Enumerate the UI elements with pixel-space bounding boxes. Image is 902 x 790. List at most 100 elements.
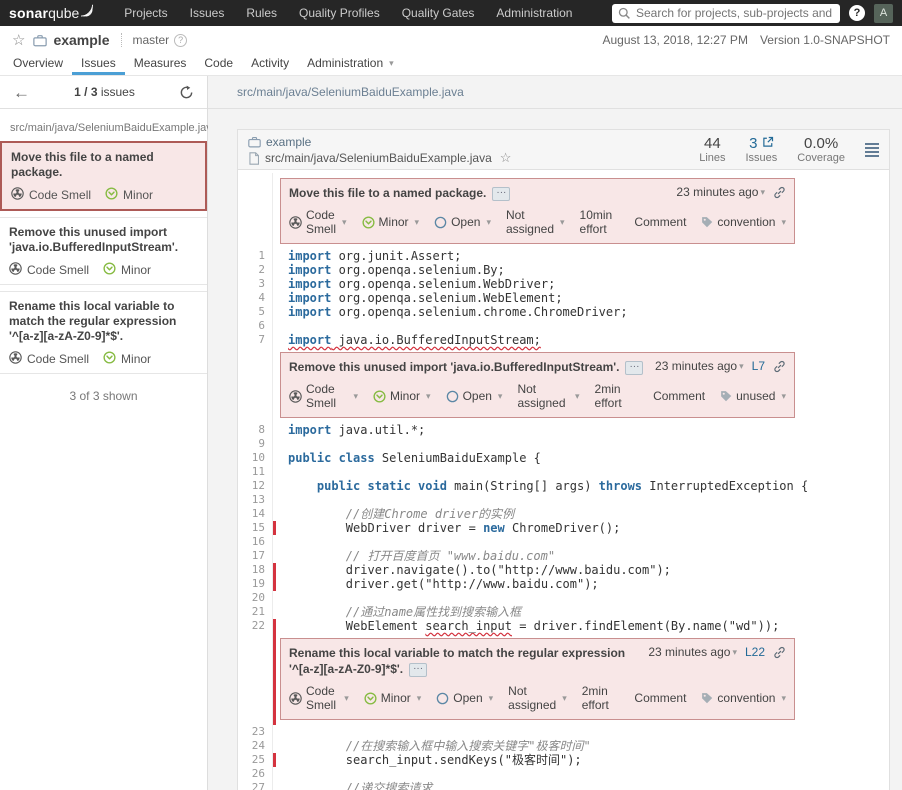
chevron-down-icon: ▾	[344, 691, 349, 705]
issue-more-button[interactable]: ···	[492, 187, 510, 201]
tab-measures[interactable]: Measures	[125, 52, 196, 75]
line-number[interactable]: 13	[238, 493, 272, 507]
nav-item-issues[interactable]: Issues	[179, 0, 236, 26]
coverage-strip	[272, 173, 276, 249]
line-number[interactable]: 2	[238, 263, 272, 277]
line-number[interactable]: 21	[238, 605, 272, 619]
line-number[interactable]: 15	[238, 521, 272, 535]
inline-issue-box[interactable]: 23 minutes ago▾L7Remove this unused impo…	[280, 352, 795, 418]
issue-counter-number: 1 / 3	[74, 85, 97, 99]
issue-tags-dropdown[interactable]: unused▾	[720, 389, 786, 403]
tab-code[interactable]: Code	[195, 52, 242, 75]
inline-issue-box[interactable]: 23 minutes ago▾L22Rename this local vari…	[280, 638, 795, 720]
help-icon[interactable]: ?	[849, 5, 865, 21]
code-text: import java.util.*;	[276, 423, 425, 437]
issue-card[interactable]: Remove this unused import 'java.io.Buffe…	[0, 217, 207, 285]
line-number[interactable]: 20	[238, 591, 272, 605]
issue-comment-button[interactable]: Comment	[634, 691, 686, 705]
status-open-icon	[446, 390, 459, 403]
issue-age-dropdown[interactable]: 23 minutes ago▾	[648, 645, 737, 659]
line-number[interactable]: 27	[238, 781, 272, 790]
chevron-down-icon: ▾	[498, 389, 503, 403]
issue-card[interactable]: Rename this local variable to match the …	[0, 291, 207, 374]
search-input[interactable]	[612, 4, 840, 23]
nav-item-quality-gates[interactable]: Quality Gates	[391, 0, 486, 26]
issue-status-dropdown[interactable]: Open▾	[434, 215, 491, 229]
project-name[interactable]: example	[53, 32, 109, 48]
user-avatar[interactable]: A	[874, 4, 893, 23]
nav-item-rules[interactable]: Rules	[235, 0, 288, 26]
back-arrow-icon[interactable]: ←	[13, 84, 30, 101]
issue-card-meta: Code SmellMinor	[11, 187, 196, 203]
tag-icon	[701, 692, 713, 704]
permalink-icon[interactable]	[773, 186, 786, 199]
permalink-icon[interactable]	[773, 646, 786, 659]
chevron-down-icon: ▾	[732, 645, 737, 659]
file-header-project-link[interactable]: example	[266, 135, 311, 149]
permalink-icon[interactable]	[773, 360, 786, 373]
issue-type-dropdown[interactable]: Code Smell▾	[289, 208, 347, 236]
issue-comment-button[interactable]: Comment	[653, 389, 705, 403]
issue-card[interactable]: Move this file to a named package.Code S…	[0, 141, 207, 211]
line-number[interactable]: 5	[238, 305, 272, 319]
issue-type-dropdown[interactable]: Code Smell▾	[289, 382, 358, 410]
file-favorite-star-icon[interactable]: ☆	[500, 150, 512, 166]
line-number[interactable]: 22	[238, 619, 272, 633]
issue-more-button[interactable]: ···	[409, 663, 427, 677]
line-number[interactable]: 26	[238, 767, 272, 781]
tab-issues[interactable]: Issues	[72, 52, 125, 75]
code-text: driver.get("http://www.baidu.com");	[276, 577, 599, 591]
line-number[interactable]: 24	[238, 739, 272, 753]
issue-assignee-dropdown[interactable]: Not assigned▾	[508, 684, 567, 712]
line-number[interactable]: 19	[238, 577, 272, 591]
tab-overview[interactable]: Overview	[4, 52, 72, 75]
line-number[interactable]: 23	[238, 725, 272, 739]
line-number[interactable]: 11	[238, 465, 272, 479]
issue-age-dropdown[interactable]: 23 minutes ago▾	[655, 359, 744, 373]
issue-line-link[interactable]: L22	[745, 645, 765, 659]
branch-help-icon[interactable]: ?	[174, 34, 187, 47]
line-number[interactable]: 17	[238, 549, 272, 563]
project-version: Version 1.0-SNAPSHOT	[760, 33, 890, 47]
code-line: 16	[238, 535, 889, 549]
inline-issue-box[interactable]: 23 minutes ago▾Move this file to a named…	[280, 178, 795, 244]
nav-item-quality-profiles[interactable]: Quality Profiles	[288, 0, 391, 26]
tab-administration[interactable]: Administration▾	[298, 52, 403, 75]
issue-severity-dropdown[interactable]: Minor▾	[364, 691, 422, 705]
line-number[interactable]: 8	[238, 423, 272, 437]
nav-item-projects[interactable]: Projects	[113, 0, 178, 26]
code-line: 21 //通过name属性找到搜索输入框	[238, 605, 889, 619]
line-number[interactable]: 14	[238, 507, 272, 521]
issue-severity-dropdown[interactable]: Minor▾	[373, 389, 431, 403]
line-number[interactable]: 18	[238, 563, 272, 577]
line-number[interactable]: 10	[238, 451, 272, 465]
sonarqube-logo[interactable]: sonarqube	[9, 5, 95, 21]
issue-tags-dropdown[interactable]: convention▾	[701, 691, 786, 705]
line-number[interactable]: 25	[238, 753, 272, 767]
line-number[interactable]: 12	[238, 479, 272, 493]
issue-assignee-dropdown[interactable]: Not assigned▾	[517, 382, 579, 410]
tab-activity[interactable]: Activity	[242, 52, 298, 75]
issue-tags-dropdown[interactable]: convention▾	[701, 215, 786, 229]
line-number[interactable]: 9	[238, 437, 272, 451]
metric-value[interactable]: 3	[746, 135, 778, 152]
issue-line-link[interactable]: L7	[752, 359, 765, 373]
issue-more-button[interactable]: ···	[625, 361, 643, 375]
issue-type-dropdown[interactable]: Code Smell▾	[289, 684, 349, 712]
line-number[interactable]: 3	[238, 277, 272, 291]
file-menu-icon[interactable]	[865, 143, 879, 157]
issue-status-dropdown[interactable]: Open▾	[446, 389, 503, 403]
favorite-star-icon[interactable]: ☆	[12, 33, 25, 48]
issue-severity-dropdown[interactable]: Minor▾	[362, 215, 420, 229]
nav-item-administration[interactable]: Administration	[485, 0, 583, 26]
issue-age-dropdown[interactable]: 23 minutes ago▾	[676, 185, 765, 199]
issue-status-dropdown[interactable]: Open▾	[436, 691, 493, 705]
line-number[interactable]: 7	[238, 333, 272, 347]
line-number[interactable]: 6	[238, 319, 272, 333]
line-number[interactable]: 4	[238, 291, 272, 305]
issue-comment-button[interactable]: Comment	[634, 215, 686, 229]
issue-assignee-dropdown[interactable]: Not assigned▾	[506, 208, 565, 236]
line-number[interactable]: 1	[238, 249, 272, 263]
line-number[interactable]: 16	[238, 535, 272, 549]
reload-icon[interactable]	[179, 85, 194, 100]
